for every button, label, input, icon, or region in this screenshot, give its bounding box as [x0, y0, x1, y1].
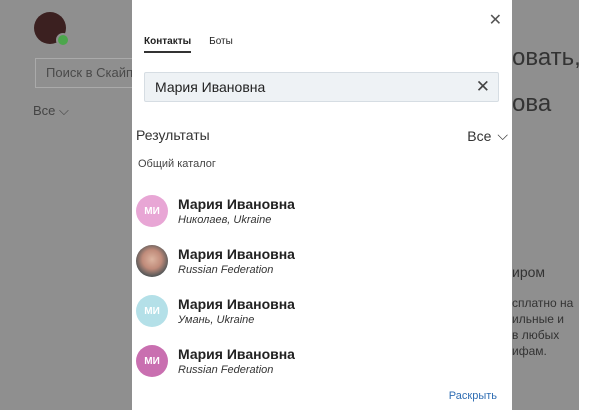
online-status-icon	[56, 33, 70, 47]
tab-contacts[interactable]: Контакты	[144, 36, 192, 53]
results-list: МИ Мария Ивановна Николаев, Ukraine Мария…	[132, 186, 512, 386]
contact-name: Мария Ивановна	[178, 196, 295, 212]
results-header: Результаты Все ⌵	[136, 127, 508, 144]
contact-location: Russian Federation	[178, 364, 274, 376]
clear-icon[interactable]: ✕	[476, 77, 490, 97]
contact-search-dialog: ✕ Контакты Боты ✕ Результаты Все ⌵ Общий…	[132, 0, 512, 410]
background-filter: Все ⌵	[33, 103, 69, 118]
result-item[interactable]: МИ Мария Ивановна Николаев, Ukraine	[132, 186, 512, 236]
tab-bots[interactable]: Боты	[209, 36, 233, 53]
background-subtitle: иром	[512, 264, 546, 280]
background-search-field: Поиск в Скайп	[35, 58, 132, 88]
avatar: МИ	[136, 295, 168, 327]
contact-name: Мария Ивановна	[178, 246, 295, 262]
chevron-down-icon: ⌵	[497, 127, 508, 143]
contact-name: Мария Ивановна	[178, 346, 295, 362]
contact-location: Умань, Ukraine	[178, 314, 255, 326]
search-input[interactable]	[153, 78, 457, 96]
result-item[interactable]: МИ Мария Ивановна Умань, Ukraine	[132, 286, 512, 336]
page-edge	[579, 0, 593, 410]
background-title-line2: ова	[512, 90, 552, 117]
catalog-label: Общий каталог	[138, 158, 216, 170]
avatar	[136, 245, 168, 277]
contact-location: Николаев, Ukraine	[178, 214, 272, 226]
background-body-text: сплатно на ильные и в любых ифам.	[512, 296, 574, 358]
results-label: Результаты	[136, 127, 210, 143]
tab-bar: Контакты Боты	[144, 36, 233, 53]
background-title-line1: овать,	[512, 44, 581, 71]
result-item[interactable]: Мария Ивановна Russian Federation	[132, 236, 512, 286]
result-item[interactable]: МИ Мария Ивановна Russian Federation	[132, 336, 512, 386]
chevron-down-icon: ⌵	[59, 103, 69, 118]
avatar: МИ	[136, 195, 168, 227]
contact-name: Мария Ивановна	[178, 296, 295, 312]
avatar: МИ	[136, 345, 168, 377]
results-filter[interactable]: Все ⌵	[467, 127, 508, 144]
expand-link[interactable]: Раскрыть	[449, 390, 497, 402]
contact-location: Russian Federation	[178, 264, 274, 276]
search-field: ✕	[144, 72, 499, 102]
close-icon[interactable]: ✕	[489, 10, 502, 30]
